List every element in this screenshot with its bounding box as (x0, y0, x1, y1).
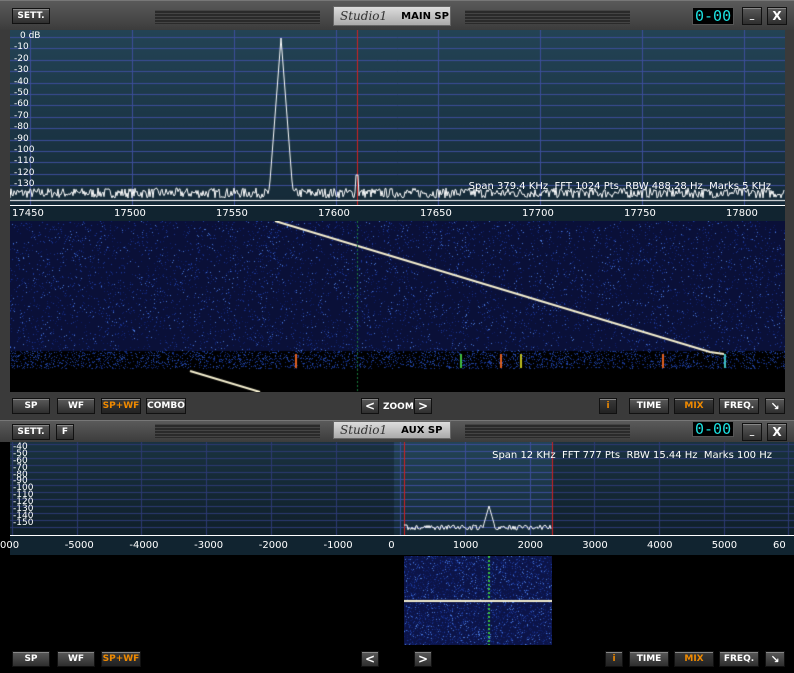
rbw-readout: RBW 488.28 Hz (625, 181, 703, 192)
axis-tick-label: 17800 (726, 208, 758, 219)
aux-time-button[interactable]: TIME (629, 651, 669, 667)
main-info-readout: Span 379.4 KHz FFT 1024 Pts RBW 488.28 H… (469, 181, 771, 192)
main-waterfall[interactable] (10, 221, 785, 392)
sp-wf-mode-button[interactable]: SP+WF (101, 398, 141, 414)
axis-tick-label: 4000 (647, 540, 673, 551)
main-spectrum-trace (10, 30, 785, 205)
resize-button[interactable]: ↘ (765, 398, 785, 414)
axis-tick-label: 60 (773, 540, 786, 551)
info-button[interactable]: i (599, 398, 617, 414)
fft-readout: FFT 1024 Pts (554, 181, 619, 192)
axis-tick-label: 17650 (420, 208, 452, 219)
aux-prev-button[interactable]: < (361, 651, 379, 667)
window-label: AUX SP (401, 424, 443, 436)
aux-freq-button[interactable]: FREQ. (719, 651, 759, 667)
aux-resize-button[interactable]: ↘ (765, 651, 785, 667)
axis-tick-label: -60 (14, 99, 29, 110)
grille-decoration (155, 424, 320, 438)
axis-tick-label: -4000 (129, 540, 159, 551)
axis-tick-label: -50 (14, 88, 29, 98)
zoom-out-button[interactable]: < (361, 398, 379, 414)
fft-readout: FFT 777 Pts (562, 450, 621, 461)
axis-tick-label: -40 (14, 76, 29, 87)
aux-sp-wf-mode-button[interactable]: SP+WF (101, 651, 141, 667)
aux-close-button[interactable]: X (767, 423, 787, 441)
main-counter-display: 0-00 (692, 7, 735, 25)
aux-spectrum-window: SETT. F Studio1 AUX SP 0-00 _ X -30-40-50… (0, 420, 794, 673)
aux-next-button[interactable]: > (414, 651, 432, 667)
axis-tick-label: 17700 (522, 208, 554, 219)
axis-tick-label: -10 (14, 42, 29, 53)
logo-text: Studio1 (340, 423, 388, 437)
axis-tick-label: 3000 (582, 540, 608, 551)
span-readout: Span 12 KHz (492, 450, 556, 461)
axis-tick-label: 17450 (12, 208, 44, 219)
axis-tick-label: -90 (14, 133, 29, 144)
axis-tick-label: 1000 (452, 540, 479, 551)
axis-tick-label: -150 (13, 517, 34, 528)
main-settings-button[interactable]: SETT. (12, 8, 50, 24)
grille-decoration (465, 10, 630, 24)
axis-tick-label: 0 dB (20, 31, 41, 41)
grille-decoration (155, 10, 320, 24)
axis-tick-label: 5000 (711, 540, 738, 551)
axis-tick-label: -110 (14, 156, 35, 167)
axis-tick-label: -2000 (258, 540, 288, 551)
aux-info-button[interactable]: i (605, 651, 623, 667)
aux-sp-mode-button[interactable]: SP (12, 651, 50, 667)
axis-tick-label: -70 (14, 110, 29, 121)
aux-wf-mode-button[interactable]: WF (57, 651, 95, 667)
axis-tick-label: -5000 (64, 540, 94, 551)
axis-tick-label: 17750 (624, 208, 656, 219)
axis-tick-label: -30 (14, 65, 29, 76)
axis-tick-label: -20 (14, 53, 29, 64)
rbw-readout: RBW 15.44 Hz (626, 450, 698, 461)
freq-button[interactable]: FREQ. (719, 398, 759, 414)
main-spectrum-plot[interactable]: 0 dB -10 -20 -30 -40 -50 -60 -70 -80 -90 -100 -110-… (10, 30, 785, 205)
axis-tick-label: -130 (14, 179, 35, 190)
zoom-in-button[interactable]: > (414, 398, 432, 414)
sp-mode-button[interactable]: SP (12, 398, 50, 414)
aux-f-button[interactable]: F (56, 424, 74, 440)
axis-tick-label: 2000 (517, 540, 544, 551)
aux-waterfall[interactable] (404, 556, 552, 645)
time-button[interactable]: TIME (629, 398, 669, 414)
axis-tick-label: 17600 (318, 208, 350, 219)
main-minimize-button[interactable]: _ (742, 7, 762, 25)
wf-mode-button[interactable]: WF (57, 398, 95, 414)
axis-tick-label: -1000 (323, 540, 353, 551)
axis-tick-label: 000 (0, 540, 20, 551)
logo-text: Studio1 (340, 9, 388, 23)
main-frequency-axis: 17450 17500 17550 17600 17650 17700 17750 17800 (10, 205, 785, 221)
main-close-button[interactable]: X (767, 7, 787, 25)
axis-tick-label: -100 (14, 145, 35, 155)
aux-spectrum-plot[interactable]: -30-40-50-60-70-80-90-100-110-120-130-14… (10, 442, 794, 535)
zoom-label: ZOOM (383, 402, 414, 412)
grille-decoration (465, 424, 630, 438)
aux-frequency-axis: 000 -5000 -4000 -3000 -2000 -1000 0 1000 2000 300… (0, 535, 794, 555)
mix-button[interactable]: MIX (674, 398, 714, 414)
marks-readout: Marks 100 Hz (703, 450, 772, 461)
aux-counter-display: 0-00 (692, 421, 735, 437)
aux-settings-button[interactable]: SETT. (12, 424, 50, 440)
aux-minimize-button[interactable]: _ (742, 423, 762, 441)
axis-tick-label: -120 (14, 167, 35, 178)
main-logo: Studio1 MAIN SP (333, 6, 451, 26)
axis-tick-label: -80 (14, 122, 29, 133)
axis-tick-label: 0 (388, 540, 395, 551)
main-spectrum-window: SETT. Studio1 MAIN SP 0-00 _ X 0 dB -10 -20… (0, 0, 794, 420)
aux-mix-button[interactable]: MIX (674, 651, 714, 667)
axis-tick-label: 17550 (216, 208, 248, 219)
aux-logo: Studio1 AUX SP (333, 421, 451, 439)
marks-readout: Marks 5 KHz (709, 181, 771, 192)
aux-info-readout: Span 12 KHz FFT 777 Pts RBW 15.44 Hz Mar… (492, 450, 772, 461)
axis-tick-label: -3000 (194, 540, 224, 551)
combo-mode-button[interactable]: COMBO (146, 398, 186, 414)
axis-tick-label: 17500 (114, 208, 146, 219)
window-label: MAIN SP (401, 10, 449, 22)
span-readout: Span 379.4 KHz (468, 181, 549, 192)
